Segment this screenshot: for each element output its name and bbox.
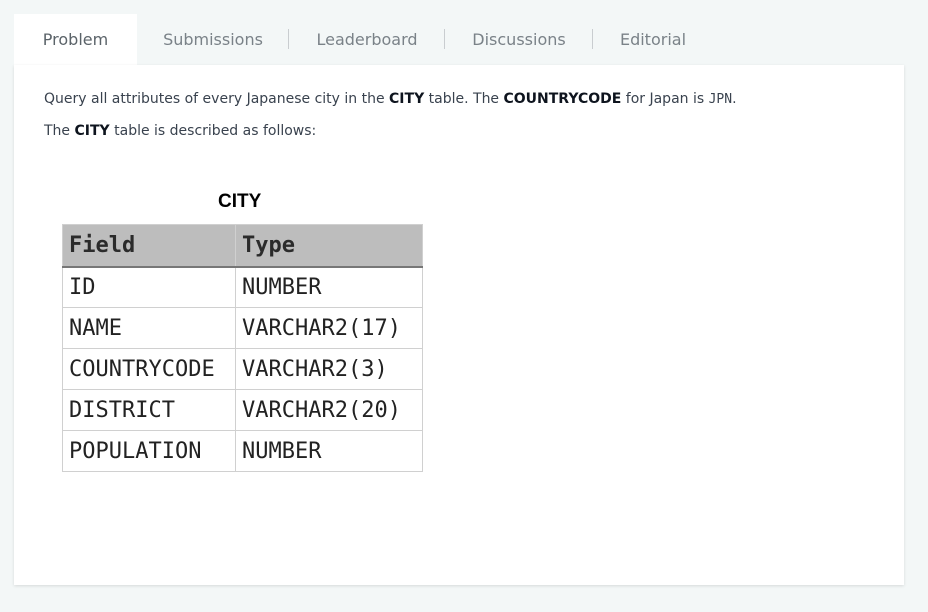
column-name-bold: COUNTRYCODE — [503, 91, 622, 107]
type-cell: NUMBER — [235, 430, 423, 472]
tab-submissions[interactable]: Submissions — [137, 14, 289, 65]
field-cell: POPULATION — [62, 430, 236, 472]
tab-discussions[interactable]: Discussions — [445, 14, 593, 65]
type-cell: VARCHAR2(20) — [235, 389, 423, 431]
field-cell: NAME — [62, 307, 236, 349]
field-cell: COUNTRYCODE — [62, 348, 236, 390]
table-row: COUNTRYCODE VARCHAR2(3) — [62, 348, 423, 390]
problem-description: Query all attributes of every Japanese c… — [44, 91, 737, 107]
text: Query all attributes of every Japanese c… — [44, 91, 390, 107]
text: table. The — [424, 91, 504, 107]
text: . — [732, 91, 737, 107]
tab-problem[interactable]: Problem — [14, 14, 137, 65]
header-type: Type — [235, 224, 423, 268]
problem-statement-card: Query all attributes of every Japanese c… — [14, 65, 904, 585]
table-header-row: Field Type — [62, 224, 423, 268]
table-row: DISTRICT VARCHAR2(20) — [62, 389, 423, 431]
table-row: NAME VARCHAR2(17) — [62, 307, 423, 349]
header-field: Field — [62, 224, 236, 268]
type-cell: VARCHAR2(3) — [235, 348, 423, 390]
text: table is described as follows: — [109, 123, 317, 139]
field-cell: DISTRICT — [62, 389, 236, 431]
city-schema-table: Field Type ID NUMBER NAME VARCHAR2(17) C… — [62, 224, 423, 472]
tab-editorial[interactable]: Editorial — [593, 14, 713, 65]
table-row: POPULATION NUMBER — [62, 430, 423, 472]
type-cell: NUMBER — [235, 266, 423, 308]
country-code-inline: JPN — [708, 92, 733, 107]
type-cell: VARCHAR2(17) — [235, 307, 423, 349]
text: The — [44, 123, 75, 139]
table-name-bold: CITY — [74, 123, 110, 139]
table-name-bold: CITY — [389, 91, 425, 107]
table-row: ID NUMBER — [62, 266, 423, 308]
table-intro: The CITY table is described as follows: — [44, 123, 316, 139]
table-caption: CITY — [218, 191, 262, 212]
text: for Japan is — [621, 91, 709, 107]
tab-leaderboard[interactable]: Leaderboard — [289, 14, 445, 65]
problem-tabs: Problem Submissions Leaderboard Discussi… — [14, 14, 713, 65]
field-cell: ID — [62, 266, 236, 308]
